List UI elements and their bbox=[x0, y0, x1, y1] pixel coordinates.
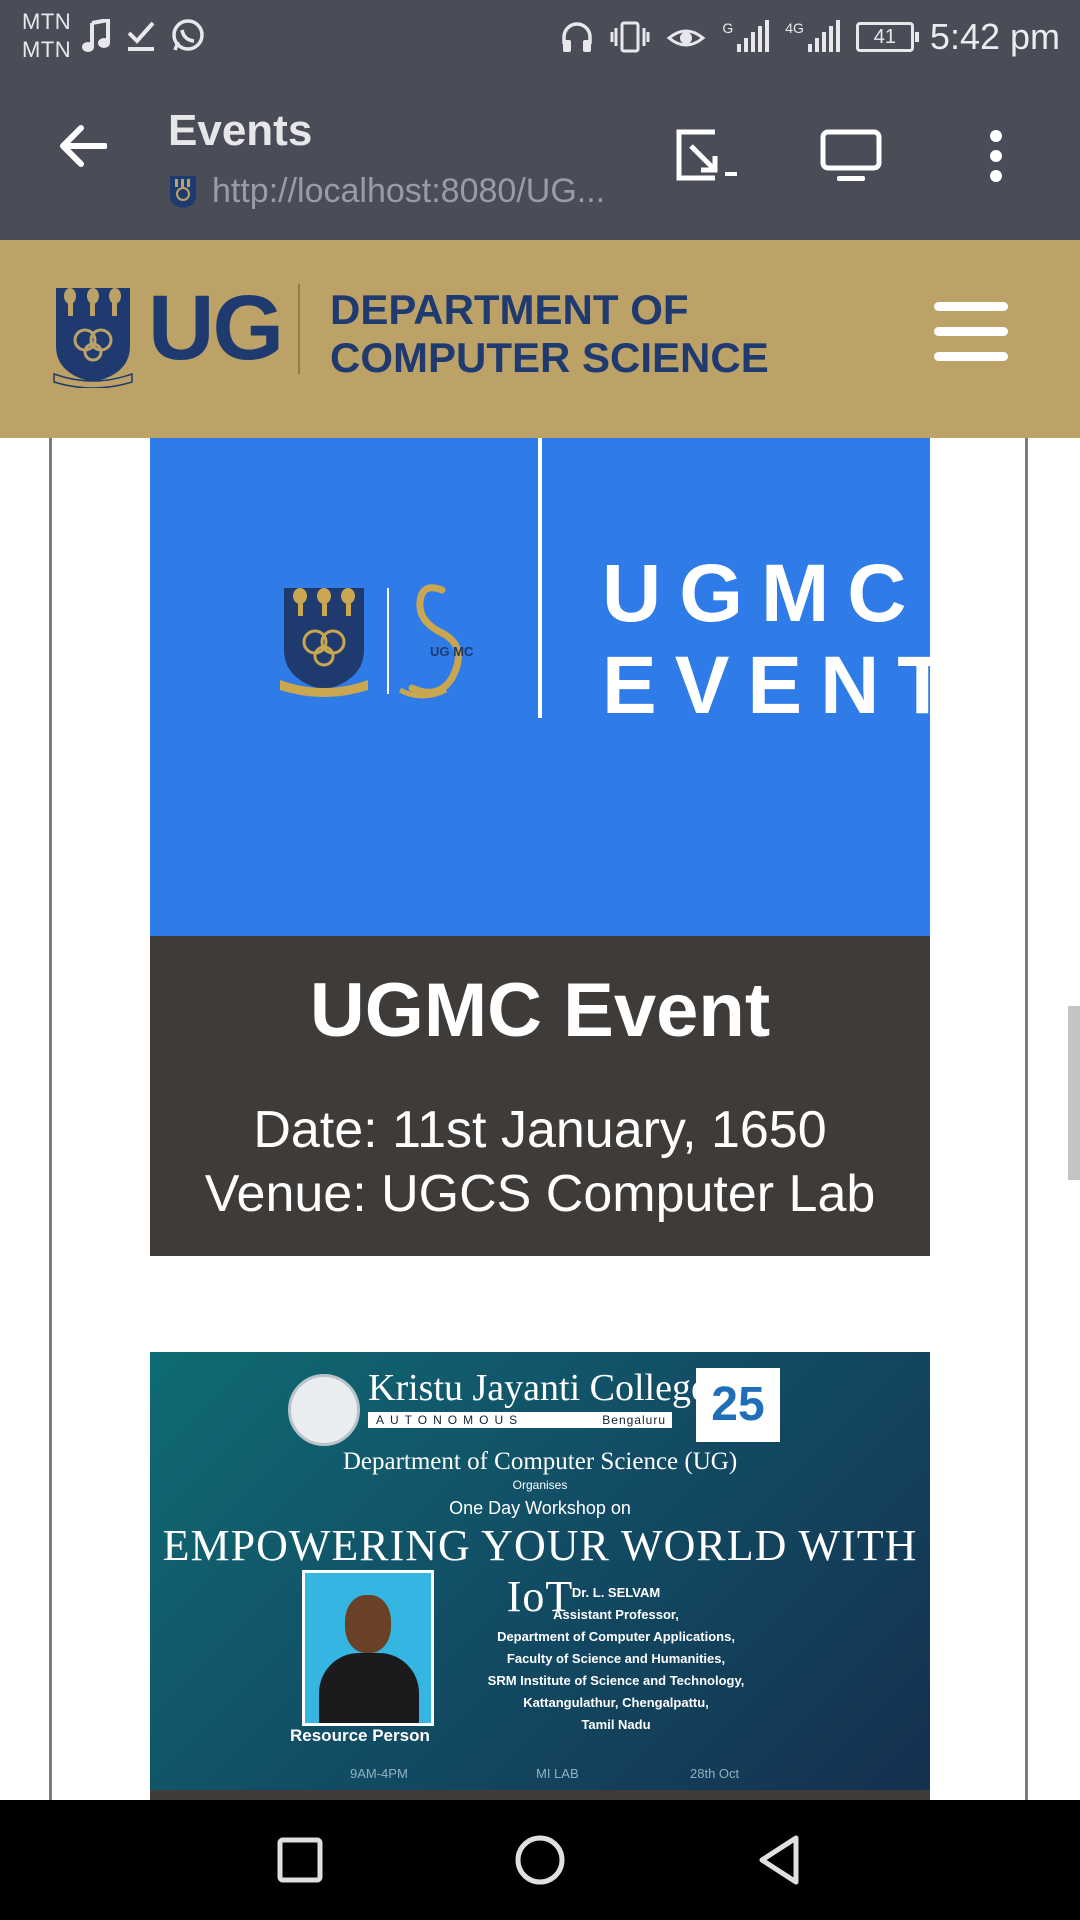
clock: 5:42 pm bbox=[929, 16, 1060, 57]
signal-strength-icon bbox=[737, 20, 770, 52]
hamburger-menu-button[interactable] bbox=[934, 300, 1008, 364]
poster-date: 28th Oct bbox=[690, 1766, 740, 1781]
carrier-labels: MTN MTN bbox=[22, 8, 71, 64]
resource-person-label: Resource Person bbox=[290, 1726, 430, 1745]
department-name-line-2: COMPUTER SCIENCE bbox=[330, 334, 769, 381]
poster-autonomous-label: AUTONOMOUS bbox=[376, 1413, 524, 1427]
event-poster-image[interactable]: Kristu Jayanti College AUTONOMOUS Bengal… bbox=[150, 1352, 930, 1790]
network-label-1: G bbox=[722, 20, 734, 36]
url-bar[interactable]: http://localhost:8080/UG... bbox=[168, 172, 605, 211]
event-banner-image[interactable]: UG MC UGMC EVENT bbox=[150, 438, 947, 936]
status-bar: MTN MTN G 4G 41 5:42 pm bbox=[0, 0, 1080, 76]
header-divider bbox=[298, 284, 300, 374]
vibrate-icon bbox=[610, 21, 650, 53]
poster-department: Department of Computer Science (UG) bbox=[342, 1448, 738, 1475]
ug-logo-text[interactable]: UG bbox=[148, 276, 284, 381]
poster-footer: 9AM-4PM MI LAB 28th Oct bbox=[150, 1758, 930, 1790]
poster-venue: MI LAB bbox=[536, 1766, 579, 1781]
events-content[interactable]: UG MC UGMC EVENT UGMC Event Date: 11st J… bbox=[0, 438, 1080, 1800]
event-venue: Venue: UGCS Computer Lab bbox=[204, 1165, 876, 1223]
banner-divider bbox=[538, 438, 542, 718]
banner-title: UGMC EVENT bbox=[602, 548, 965, 732]
poster-workshop: One Day Workshop on bbox=[449, 1498, 631, 1518]
event-card[interactable]: UG MC UGMC EVENT UGMC Event Date: 11st J… bbox=[150, 438, 947, 1256]
speaker-institute: SRM Institute of Science and Technology, bbox=[487, 1673, 745, 1688]
speaker-state: Tamil Nadu bbox=[581, 1717, 651, 1732]
ugmc-mark-text: UG MC bbox=[430, 644, 474, 659]
battery-level: 41 bbox=[873, 26, 897, 48]
speaker-place: Kattangulathur, Chengalpattu, bbox=[523, 1695, 709, 1710]
poster-autonomous: AUTONOMOUS Bengaluru bbox=[368, 1412, 672, 1428]
system-navigation-bar bbox=[0, 1800, 1080, 1920]
banner-title-line-2: EVENT bbox=[602, 640, 966, 731]
site-favicon-icon bbox=[170, 175, 196, 208]
browser-toolbar: Events http://localhost:8080/UG... bbox=[0, 76, 1080, 240]
desktop-site-button[interactable] bbox=[815, 124, 887, 188]
more-vert-icon bbox=[990, 130, 1002, 182]
event-details: UGMC Event Date: 11st January, 1650 Venu… bbox=[150, 936, 930, 1256]
poster-organises: Organises bbox=[512, 1478, 568, 1492]
event-date: Date: 11st January, 1650 bbox=[253, 1101, 827, 1159]
recent-apps-icon[interactable] bbox=[270, 1830, 330, 1890]
site-header: UG DEPARTMENT OF COMPUTER SCIENCE bbox=[0, 240, 1080, 438]
eye-comfort-icon bbox=[666, 29, 706, 47]
whatsapp-icon bbox=[172, 19, 204, 51]
event-card[interactable]: Kristu Jayanti College AUTONOMOUS Bengal… bbox=[150, 1352, 930, 1800]
banner-title-line-1: UGMC bbox=[602, 548, 925, 639]
page-title: Events bbox=[168, 106, 313, 155]
department-name: DEPARTMENT OF COMPUTER SCIENCE bbox=[330, 286, 769, 382]
menu-bar-icon bbox=[934, 352, 1008, 361]
speaker-dept: Department of Computer Applications, bbox=[497, 1629, 735, 1644]
monitor-icon bbox=[820, 129, 882, 181]
content-frame-left bbox=[49, 438, 52, 1800]
home-icon[interactable] bbox=[510, 1830, 570, 1890]
anniversary-badge: 25 bbox=[696, 1368, 780, 1442]
add-to-home-button[interactable] bbox=[672, 124, 744, 188]
speaker-details: Dr. L. SELVAM Assistant Professor, Depar… bbox=[446, 1582, 786, 1736]
add-to-home-icon bbox=[676, 129, 737, 181]
event-title[interactable]: UGMC Event bbox=[150, 936, 930, 1054]
download-done-icon bbox=[127, 21, 155, 51]
signal-strength-icon bbox=[807, 20, 840, 52]
back-triangle-icon[interactable] bbox=[750, 1830, 810, 1890]
poster-time: 9AM-4PM bbox=[350, 1766, 408, 1781]
content-frame-right bbox=[1025, 438, 1028, 1800]
headphones-icon bbox=[562, 22, 593, 52]
arrow-back-icon bbox=[60, 125, 107, 167]
scrollbar-thumb[interactable] bbox=[1068, 1006, 1080, 1180]
poster-college-name: Kristu Jayanti College bbox=[368, 1367, 708, 1409]
ug-crest-logo bbox=[280, 588, 368, 697]
resource-person-photo bbox=[302, 1570, 434, 1726]
speaker-faculty: Faculty of Science and Humanities, bbox=[506, 1651, 726, 1666]
poster-city: Bengaluru bbox=[602, 1413, 666, 1427]
network-label-2: 4G bbox=[785, 20, 804, 36]
speaker-name: Dr. L. SELVAM bbox=[571, 1585, 661, 1600]
carrier-1: MTN bbox=[22, 9, 72, 34]
back-button[interactable] bbox=[52, 116, 112, 176]
more-options-button[interactable] bbox=[960, 124, 1032, 188]
department-name-line-1: DEPARTMENT OF bbox=[330, 286, 689, 333]
ug-crest-logo[interactable] bbox=[52, 284, 134, 388]
event-details-strip bbox=[150, 1790, 930, 1800]
carrier-2: MTN bbox=[22, 37, 72, 62]
battery-icon: 41 bbox=[855, 22, 919, 52]
ugmc-mark-logo: UG MC bbox=[387, 584, 474, 699]
speaker-role: Assistant Professor, bbox=[553, 1607, 679, 1622]
menu-bar-icon bbox=[934, 327, 1008, 336]
music-note-icon bbox=[82, 19, 110, 52]
menu-bar-icon bbox=[934, 302, 1008, 311]
page-url: http://localhost:8080/UG... bbox=[212, 172, 606, 210]
college-seal-icon bbox=[288, 1374, 360, 1446]
